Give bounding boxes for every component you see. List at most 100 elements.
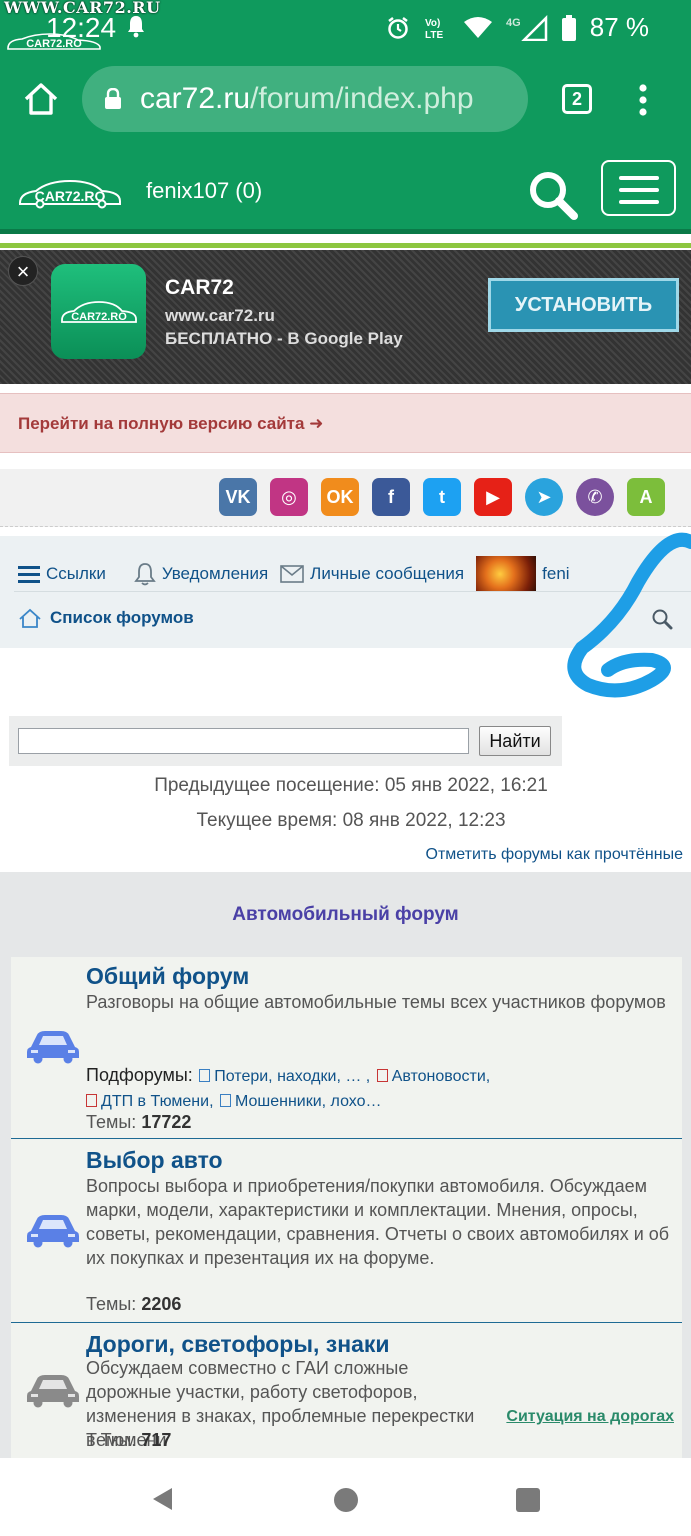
status-icons: Vo) LTE 4G 87 % xyxy=(386,12,649,43)
forum-row: Дороги, светофоры, знаки Обсуждаем совме… xyxy=(11,1322,682,1458)
search-button[interactable]: Найти xyxy=(479,726,551,756)
document-new-icon xyxy=(86,1094,97,1107)
subforum-link[interactable]: ДТП в Тюмени, xyxy=(101,1093,214,1110)
android-icon[interactable]: A xyxy=(627,478,665,516)
banner-app-title: CAR72 xyxy=(165,276,234,299)
telegram-icon[interactable]: ➤ xyxy=(525,478,563,516)
home-outline-icon xyxy=(19,608,41,628)
wifi-icon xyxy=(463,16,492,38)
home-icon[interactable] xyxy=(22,80,60,118)
social-icons: VK ◎ OK f t ▶ ➤ ✆ A xyxy=(219,478,665,516)
address-bar[interactable]: car72.ru/forum/index.php xyxy=(82,66,528,132)
alarm-icon xyxy=(387,16,408,39)
volte-icon: Vo) LTE xyxy=(425,18,443,41)
user-avatar[interactable] xyxy=(476,556,537,592)
nav-divider xyxy=(14,591,691,592)
twitter-icon[interactable]: t xyxy=(423,478,461,516)
subforum-link[interactable]: Мошенники, лохо… xyxy=(235,1093,382,1110)
forum-row: Общий форум Разговоры на общие автомобил… xyxy=(11,957,682,1137)
car-icon xyxy=(27,1031,79,1064)
hamburger-menu-button[interactable] xyxy=(601,160,676,216)
battery-icon xyxy=(561,14,576,41)
android-nav-bar xyxy=(0,1458,691,1536)
lock-icon xyxy=(105,88,121,109)
subforums: Подфорумы: Потери, находки, … , Автоново… xyxy=(86,1063,676,1114)
nav-links[interactable]: Ссылки xyxy=(18,564,106,584)
browser-menu-icon[interactable] xyxy=(638,84,648,116)
app-logo-icon: CAR72.RO xyxy=(61,301,137,323)
search-form: Найти xyxy=(9,716,562,766)
svg-text:LTE: LTE xyxy=(425,30,443,41)
hamburger-icon xyxy=(18,566,40,583)
bell-icon xyxy=(134,563,156,586)
search-input[interactable] xyxy=(18,728,469,754)
browser-chrome: WWW.CAR72.RU 12:24 CAR72.RO Vo) LTE 4G 8… xyxy=(0,0,691,148)
subforum-link[interactable]: Автоновости, xyxy=(392,1068,491,1085)
nav-search-icon[interactable] xyxy=(651,608,673,630)
forum-list: Общий форум Разговоры на общие автомобил… xyxy=(11,957,682,1458)
forum-title-link[interactable]: Общий форум xyxy=(86,963,249,990)
svg-text:CAR72.RO: CAR72.RO xyxy=(26,38,82,50)
youtube-icon[interactable]: ▶ xyxy=(474,478,512,516)
car-icon xyxy=(27,1215,79,1248)
svg-text:4G: 4G xyxy=(506,17,521,29)
banner-close-button[interactable]: × xyxy=(8,256,38,286)
banner-free-text: БЕСПЛАТНО - В Google Play xyxy=(165,329,403,348)
nav-notifications[interactable]: Уведомления xyxy=(134,562,268,586)
document-new-icon xyxy=(376,1069,388,1082)
forum-navbar: Ссылки Уведомления Личные сообщения feni… xyxy=(0,536,691,648)
svg-text:Vo): Vo) xyxy=(425,18,440,29)
instagram-icon[interactable]: ◎ xyxy=(270,478,308,516)
car-icon xyxy=(27,1375,79,1408)
nav-messages-label: Личные сообщения xyxy=(310,564,465,583)
back-icon[interactable] xyxy=(150,1486,176,1512)
forum-row: Выбор авто Вопросы выбора и приобретения… xyxy=(11,1138,682,1322)
document-icon xyxy=(219,1094,231,1107)
svg-text:CAR72.RO: CAR72.RO xyxy=(35,188,106,204)
nav-links-label: Ссылки xyxy=(46,564,106,583)
odnoklassniki-icon[interactable]: OK xyxy=(321,478,359,516)
install-button[interactable]: УСТАНОВИТЬ xyxy=(488,278,679,332)
forum-description: Разговоры на общие автомобильные темы вс… xyxy=(86,992,666,1012)
app-icon: CAR72.RO xyxy=(51,264,146,359)
mark-forums-read-link[interactable]: Отметить форумы как прочтённые xyxy=(426,846,684,864)
svg-text:CAR72.RO: CAR72.RO xyxy=(71,311,127,323)
document-icon xyxy=(199,1069,211,1082)
forum-description: Вопросы выбора и приобретения/покупки ав… xyxy=(86,1176,670,1268)
social-bar: VK ◎ OK f t ▶ ➤ ✆ A xyxy=(0,469,691,527)
viber-icon[interactable]: ✆ xyxy=(576,478,614,516)
recent-apps-icon[interactable] xyxy=(516,1488,540,1512)
watermark-logo-icon: CAR72.RO xyxy=(7,33,101,50)
forum-topics: Темы: 2206 xyxy=(86,1294,182,1314)
signal-4g-icon: 4G xyxy=(506,14,547,41)
forum-title-link[interactable]: Выбор авто xyxy=(86,1147,223,1174)
tab-switcher-button[interactable]: 2 xyxy=(562,84,592,114)
search-icon[interactable] xyxy=(526,168,578,220)
banner-app-url: www.car72.ru xyxy=(165,306,275,325)
site-logo[interactable]: CAR72.RO xyxy=(16,176,124,210)
forum-title-link[interactable]: Дороги, светофоры, знаки xyxy=(86,1331,390,1358)
forum-category: Автомобильный форум Общий форум Разговор… xyxy=(0,872,691,1458)
facebook-icon[interactable]: f xyxy=(372,478,410,516)
category-title[interactable]: Автомобильный форум xyxy=(0,904,691,926)
full-version-link[interactable]: Перейти на полную версию сайта ➜ xyxy=(18,414,323,434)
url-text: car72.ru/forum/index.php xyxy=(140,82,474,115)
forum-topics: Темы: 17722 xyxy=(86,1112,192,1132)
breadcrumb: Список форумов xyxy=(18,608,194,628)
subforums-label: Подфорумы: xyxy=(86,1065,193,1085)
forum-list-link[interactable]: Список форумов xyxy=(50,608,194,628)
nav-notifications-label: Уведомления xyxy=(161,564,269,583)
road-situation-link[interactable]: Ситуация на дорогах xyxy=(506,1408,674,1426)
site-header: CAR72.RO fenix107 (0) xyxy=(0,148,691,234)
app-install-banner: × CAR72.RO CAR72 www.car72.ru БЕСПЛАТНО … xyxy=(0,250,691,384)
subforum-link[interactable]: Потери, находки, … , xyxy=(214,1068,370,1085)
nav-messages[interactable]: Личные сообщения xyxy=(280,564,464,584)
last-visit-text: Предыдущее посещение: 05 янв 2022, 16:21 xyxy=(154,775,548,796)
forum-topics: Темы: 717 xyxy=(86,1430,172,1450)
vk-icon[interactable]: VK xyxy=(219,478,257,516)
current-time-text: Текущее время: 08 янв 2022, 12:23 xyxy=(196,810,506,831)
site-user-link[interactable]: fenix107 (0) xyxy=(146,178,262,204)
envelope-icon xyxy=(280,565,304,583)
nav-user-name[interactable]: feni xyxy=(542,564,569,584)
home-circle-icon[interactable] xyxy=(334,1488,358,1512)
